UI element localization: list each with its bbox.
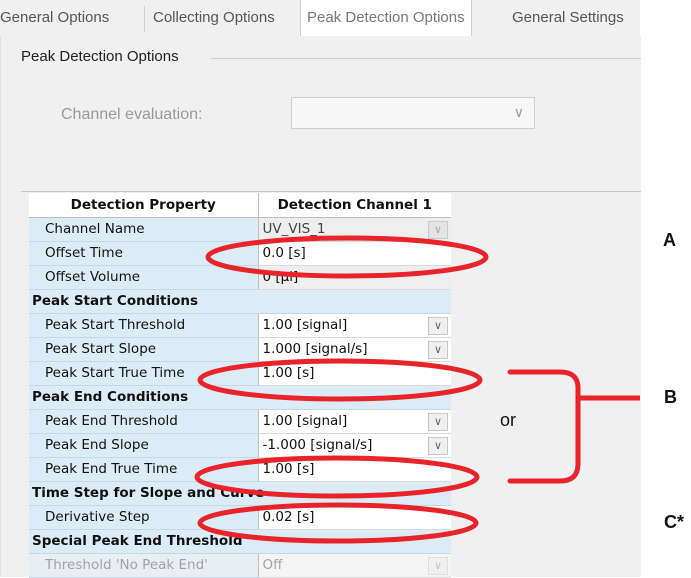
highlight-ellipse-b2 (194, 455, 480, 499)
bracket-b (507, 369, 640, 484)
highlight-ellipse-b1 (197, 358, 483, 402)
annotation-label-b: B (664, 387, 677, 407)
annotation-label-a: A (663, 230, 676, 250)
annotation-label-or: or (500, 410, 517, 430)
annotation-overlay (194, 235, 640, 544)
annotation-label-c: C* (664, 512, 685, 532)
highlight-ellipse-c (197, 502, 479, 544)
highlight-ellipse-a (205, 235, 489, 279)
